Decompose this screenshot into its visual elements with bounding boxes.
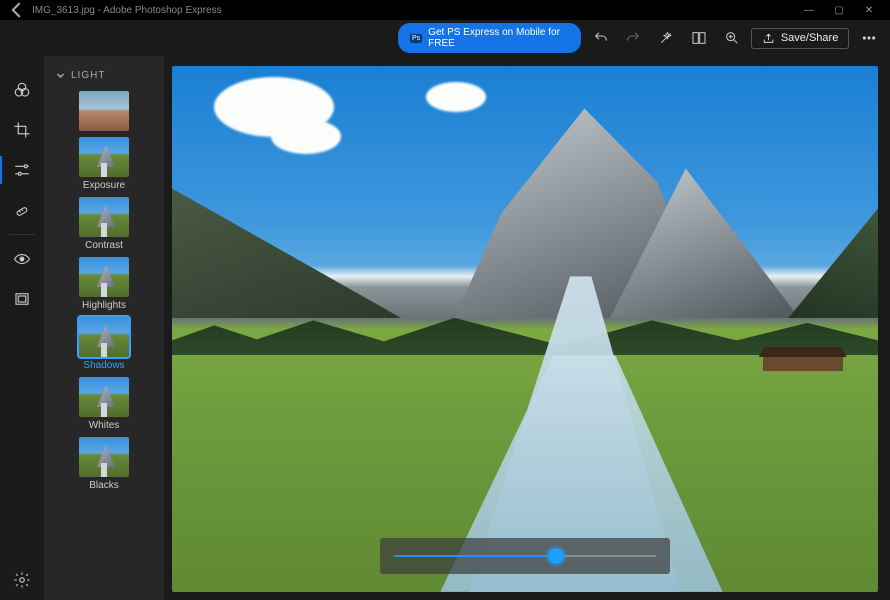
adjustments-panel: LIGHT Exposure Contrast Highlights Shadows W… <box>44 56 164 600</box>
mountain-decoration <box>172 188 402 318</box>
thumb-label: Contrast <box>85 240 123 251</box>
adjust-thumb-highlights[interactable]: Highlights <box>79 257 129 311</box>
tool-crop[interactable] <box>0 110 44 150</box>
tool-adjustments[interactable] <box>0 150 44 190</box>
window-title: IMG_3613.jpg - Adobe Photoshop Express <box>28 5 794 16</box>
thumb-label: Shadows <box>83 360 124 371</box>
promo-pill[interactable]: Ps Get PS Express on Mobile for FREE <box>398 23 581 53</box>
thumb-label: Highlights <box>82 300 126 311</box>
maximize-button[interactable]: ▢ <box>824 5 854 16</box>
thumb-preview <box>79 137 129 177</box>
adjust-thumb-whites[interactable]: Whites <box>79 377 129 431</box>
undo-button[interactable] <box>587 23 614 53</box>
thumb-preview <box>79 257 129 297</box>
adjust-thumb-blacks[interactable]: Blacks <box>79 437 129 491</box>
adjust-thumb-shadows[interactable]: Shadows <box>79 317 129 371</box>
tool-spot-heal[interactable] <box>0 190 44 230</box>
tool-eye-redeye[interactable] <box>0 239 44 279</box>
window-controls: — ▢ ✕ <box>794 5 884 16</box>
save-share-label: Save/Share <box>781 32 838 44</box>
mountain-decoration <box>788 208 878 318</box>
zoom-button[interactable] <box>718 23 745 53</box>
main-area: LIGHT Exposure Contrast Highlights Shadows W… <box>0 56 890 600</box>
back-button[interactable] <box>6 0 28 21</box>
tool-border[interactable] <box>0 279 44 319</box>
panel-section-light[interactable]: LIGHT <box>44 66 164 91</box>
cloud-decoration <box>426 82 486 112</box>
window-titlebar: IMG_3613.jpg - Adobe Photoshop Express —… <box>0 0 890 20</box>
canvas-area <box>164 56 890 600</box>
panel-section-label: LIGHT <box>71 70 105 81</box>
promo-label: Get PS Express on Mobile for FREE <box>428 27 569 49</box>
ps-badge-icon: Ps <box>410 34 422 43</box>
divider <box>9 234 35 235</box>
adjustment-thumb-list: Exposure Contrast Highlights Shadows Whites B… <box>44 91 164 491</box>
save-share-button[interactable]: Save/Share <box>751 28 849 49</box>
adjust-thumb-contrast[interactable]: Contrast <box>79 197 129 251</box>
compare-button[interactable] <box>686 23 713 53</box>
adjust-thumb-exposure[interactable]: Exposure <box>79 137 129 191</box>
thumb-preview <box>79 437 129 477</box>
image-canvas[interactable] <box>172 66 878 592</box>
tool-looks[interactable] <box>0 70 44 110</box>
thumb-preview <box>79 91 129 131</box>
redo-button[interactable] <box>620 23 647 53</box>
thumb-label: Exposure <box>83 180 125 191</box>
slider-thumb[interactable] <box>548 548 564 564</box>
thumb-preview <box>79 317 129 357</box>
close-button[interactable]: ✕ <box>854 5 884 16</box>
tool-strip <box>0 56 44 600</box>
thumb-preview <box>79 377 129 417</box>
hut-decoration <box>763 355 843 371</box>
thumb-preview <box>79 197 129 237</box>
adjust-thumb-original[interactable] <box>79 91 129 131</box>
cloud-decoration <box>271 119 341 154</box>
settings-button[interactable] <box>0 560 44 600</box>
thumb-label: Blacks <box>89 480 118 491</box>
top-toolbar: Ps Get PS Express on Mobile for FREE Sav… <box>0 20 890 56</box>
more-menu-button[interactable] <box>855 23 882 53</box>
slider-track[interactable] <box>394 555 656 557</box>
auto-enhance-button[interactable] <box>653 23 680 53</box>
thumb-label: Whites <box>89 420 120 431</box>
minimize-button[interactable]: — <box>794 5 824 16</box>
adjustment-slider[interactable] <box>380 538 670 574</box>
